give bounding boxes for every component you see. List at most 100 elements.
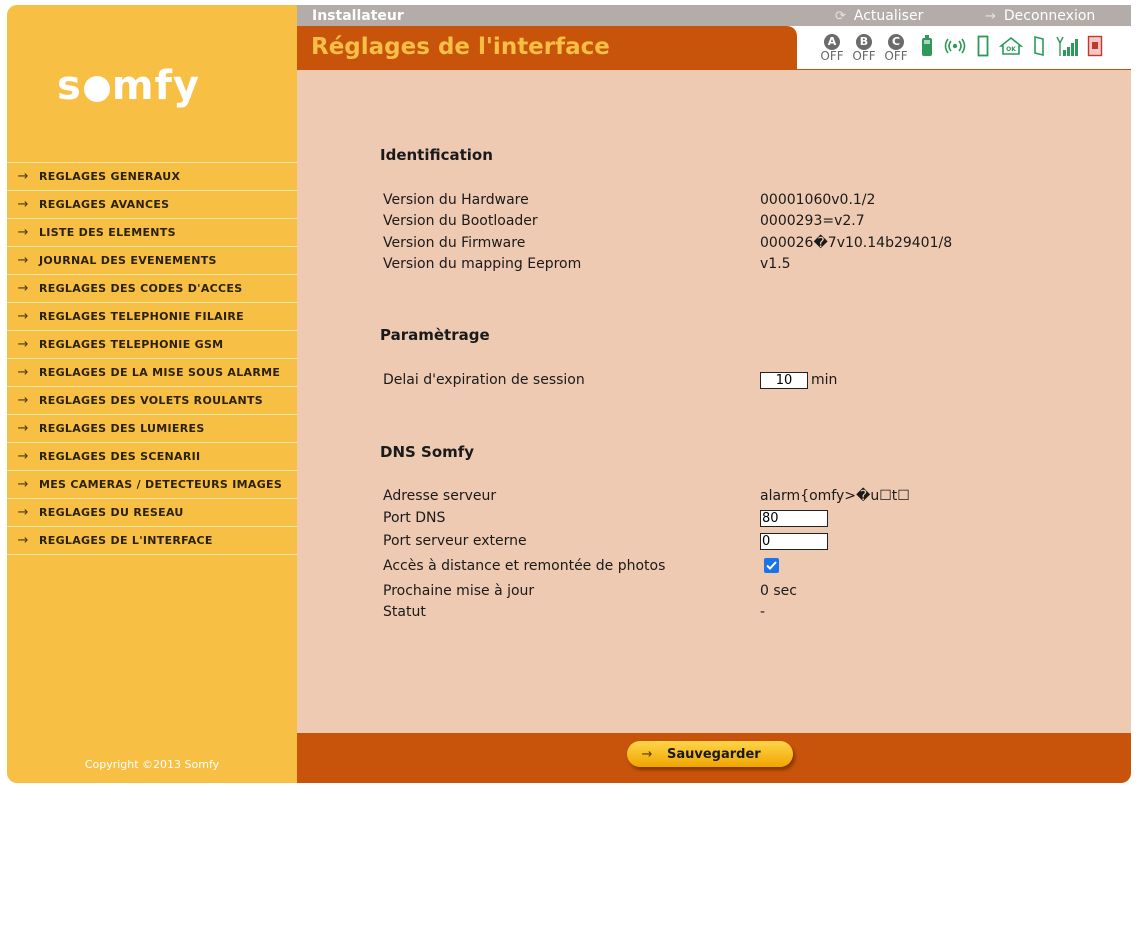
user-role: Installateur [312,8,404,24]
sidebar-item-journal-des-evenements[interactable]: → JOURNAL DES EVENEMENTS [7,247,297,275]
sidebar-item-mes-cameras-detecteurs-images[interactable]: → MES CAMERAS / DETECTEURS IMAGES [7,471,297,499]
arrow-right-icon: → [17,337,29,352]
bootloader-version-value: 0000293=v2.7 [760,213,865,229]
sidebar-item-reglages-telephonie-filaire[interactable]: → REGLAGES TELEPHONIE FILAIRE [7,303,297,331]
remote-access-checkbox[interactable] [764,558,779,573]
external-port-label: Port serveur externe [383,533,527,549]
checkmark-icon [766,561,777,570]
sidebar-item-reglages-du-reseau[interactable]: → REGLAGES DU RESEAU [7,499,297,527]
sidebar-item-reglages-des-scenarii[interactable]: → REGLAGES DES SCENARII [7,443,297,471]
arrow-right-icon: → [17,281,29,296]
section-title-identification: Identification [380,146,493,164]
zone-b-icon: B [856,34,872,50]
bootloader-version-label: Version du Bootloader [383,213,538,229]
eeprom-mapping-label: Version du mapping Eeprom [383,256,582,272]
external-port-input[interactable] [760,533,828,550]
next-update-label: Prochaine mise à jour [383,583,535,599]
arrow-right-icon: → [17,393,29,408]
section-title-parametrage: Paramètrage [380,326,490,344]
zone-a-icon: A [824,34,840,50]
sidebar-item-reglages-generaux[interactable]: → REGLAGES GENERAUX [7,163,297,191]
sidebar-item-label: JOURNAL DES EVENEMENTS [39,254,217,267]
battery-icon [913,32,941,60]
page-title: Réglages de l'interface [311,34,610,60]
arrow-right-icon: → [17,365,29,380]
arrow-right-icon: → [17,477,29,492]
arrow-right-icon: → [17,421,29,436]
sidebar-item-label: MES CAMERAS / DETECTEURS IMAGES [39,478,283,491]
save-button-label: Sauvegarder [667,746,761,762]
logout-label: Deconnexion [1003,8,1096,24]
firmware-version-value: 000026�7v10.14b29401/8 [760,235,953,251]
save-button[interactable]: → Sauvegarder [627,741,793,767]
sidebar-item-label: LISTE DES ELEMENTS [39,226,176,239]
zone-a-state: OFF [820,49,844,63]
title-tab: Réglages de l'interface [297,26,797,69]
eeprom-mapping-value: v1.5 [760,256,791,272]
top-bar: Installateur ⟳ Actualiser → Deconnexion [297,5,1131,26]
sidebar-item-reglages-de-la-mise-sous-alarme[interactable]: → REGLAGES DE LA MISE SOUS ALARME [7,359,297,387]
sidebar-item-label: REGLAGES AVANCES [39,198,170,211]
arrow-right-icon: → [17,505,29,520]
sidebar-item-reglages-des-lumieres[interactable]: → REGLAGES DES LUMIERES [7,415,297,443]
zone-b-status: B OFF [849,32,879,63]
refresh-icon: ⟳ [835,9,846,24]
arrow-right-icon: → [17,169,29,184]
server-address-label: Adresse serveur [383,488,497,504]
section-title-dns: DNS Somfy [380,443,475,461]
remote-access-label: Accès à distance et remontée de photos [383,558,666,574]
sidebar-item-reglages-de-l-interface[interactable]: → REGLAGES DE L'INTERFACE [7,527,297,555]
logo-dot [83,76,110,102]
status-value: - [760,604,766,620]
hardware-version-label: Version du Hardware [383,192,529,208]
sidebar-item-liste-des-elements[interactable]: → LISTE DES ELEMENTS [7,219,297,247]
zone-c-icon: C [888,34,904,50]
session-timeout-label: Delai d'expiration de session [383,372,585,388]
sidebar-item-label: REGLAGES TELEPHONIE GSM [39,338,224,351]
session-timeout-unit: min [811,372,838,388]
somfy-logo: s mfy [57,63,200,109]
sidebar-item-label: REGLAGES DES LUMIERES [39,422,205,435]
sidebar: s mfy → REGLAGES GENERAUX → REGLAGES AVANCES… [7,5,297,783]
arrow-right-icon: → [17,197,29,212]
gsm-signal-icon [1053,32,1081,60]
sidebar-item-reglages-des-codes-d-acces[interactable]: → REGLAGES DES CODES D'ACCES [7,275,297,303]
logout-link[interactable]: → Deconnexion [985,8,1095,24]
dns-port-input[interactable] [760,510,828,527]
footer-bar: → Sauvegarder [297,733,1131,783]
sidebar-item-reglages-des-volets-roulants[interactable]: → REGLAGES DES VOLETS ROULANTS [7,387,297,415]
arrow-right-icon: → [641,746,653,762]
app-frame: s mfy → REGLAGES GENERAUX → REGLAGES AVANCES… [7,5,1131,783]
refresh-link[interactable]: ⟳ Actualiser [835,8,923,24]
zone-c-status: C OFF [881,32,911,63]
sidebar-menu: → REGLAGES GENERAUX → REGLAGES AVANCES → LIST… [7,162,297,555]
door-icon [969,32,997,60]
arrow-right-icon: → [17,253,29,268]
refresh-label: Actualiser [853,8,924,24]
arrow-right-icon: → [985,9,996,24]
firmware-version-label: Version du Firmware [383,235,526,251]
sidebar-item-label: REGLAGES GENERAUX [39,170,181,183]
arrow-right-icon: → [17,309,29,324]
sidebar-item-label: REGLAGES DU RESEAU [39,506,184,519]
sidebar-item-label: REGLAGES TELEPHONIE FILAIRE [39,310,244,323]
sidebar-item-label: REGLAGES DE LA MISE SOUS ALARME [39,366,281,379]
arrow-right-icon: → [17,533,29,548]
zone-c-state: OFF [884,49,908,63]
copyright-text: Copyright ©2013 Somfy [84,758,220,771]
main-content: Identification Version du Hardware 00001… [297,70,1131,733]
session-timeout-input[interactable] [760,372,808,389]
house-ok-icon: OK [997,32,1025,60]
sim-card-icon [1081,32,1109,60]
sidebar-item-label: REGLAGES DES CODES D'ACCES [39,282,243,295]
arrow-right-icon: → [17,449,29,464]
next-update-value: 0 sec [760,583,797,599]
sidebar-item-reglages-telephonie-gsm[interactable]: → REGLAGES TELEPHONIE GSM [7,331,297,359]
sidebar-item-label: REGLAGES DE L'INTERFACE [39,534,213,547]
radio-signal-icon [941,32,969,60]
status-label: Statut [383,604,426,620]
sidebar-item-label: REGLAGES DES SCENARII [39,450,201,463]
sidebar-item-reglages-avances[interactable]: → REGLAGES AVANCES [7,191,297,219]
zone-b-state: OFF [852,49,876,63]
tamper-icon [1025,32,1053,60]
